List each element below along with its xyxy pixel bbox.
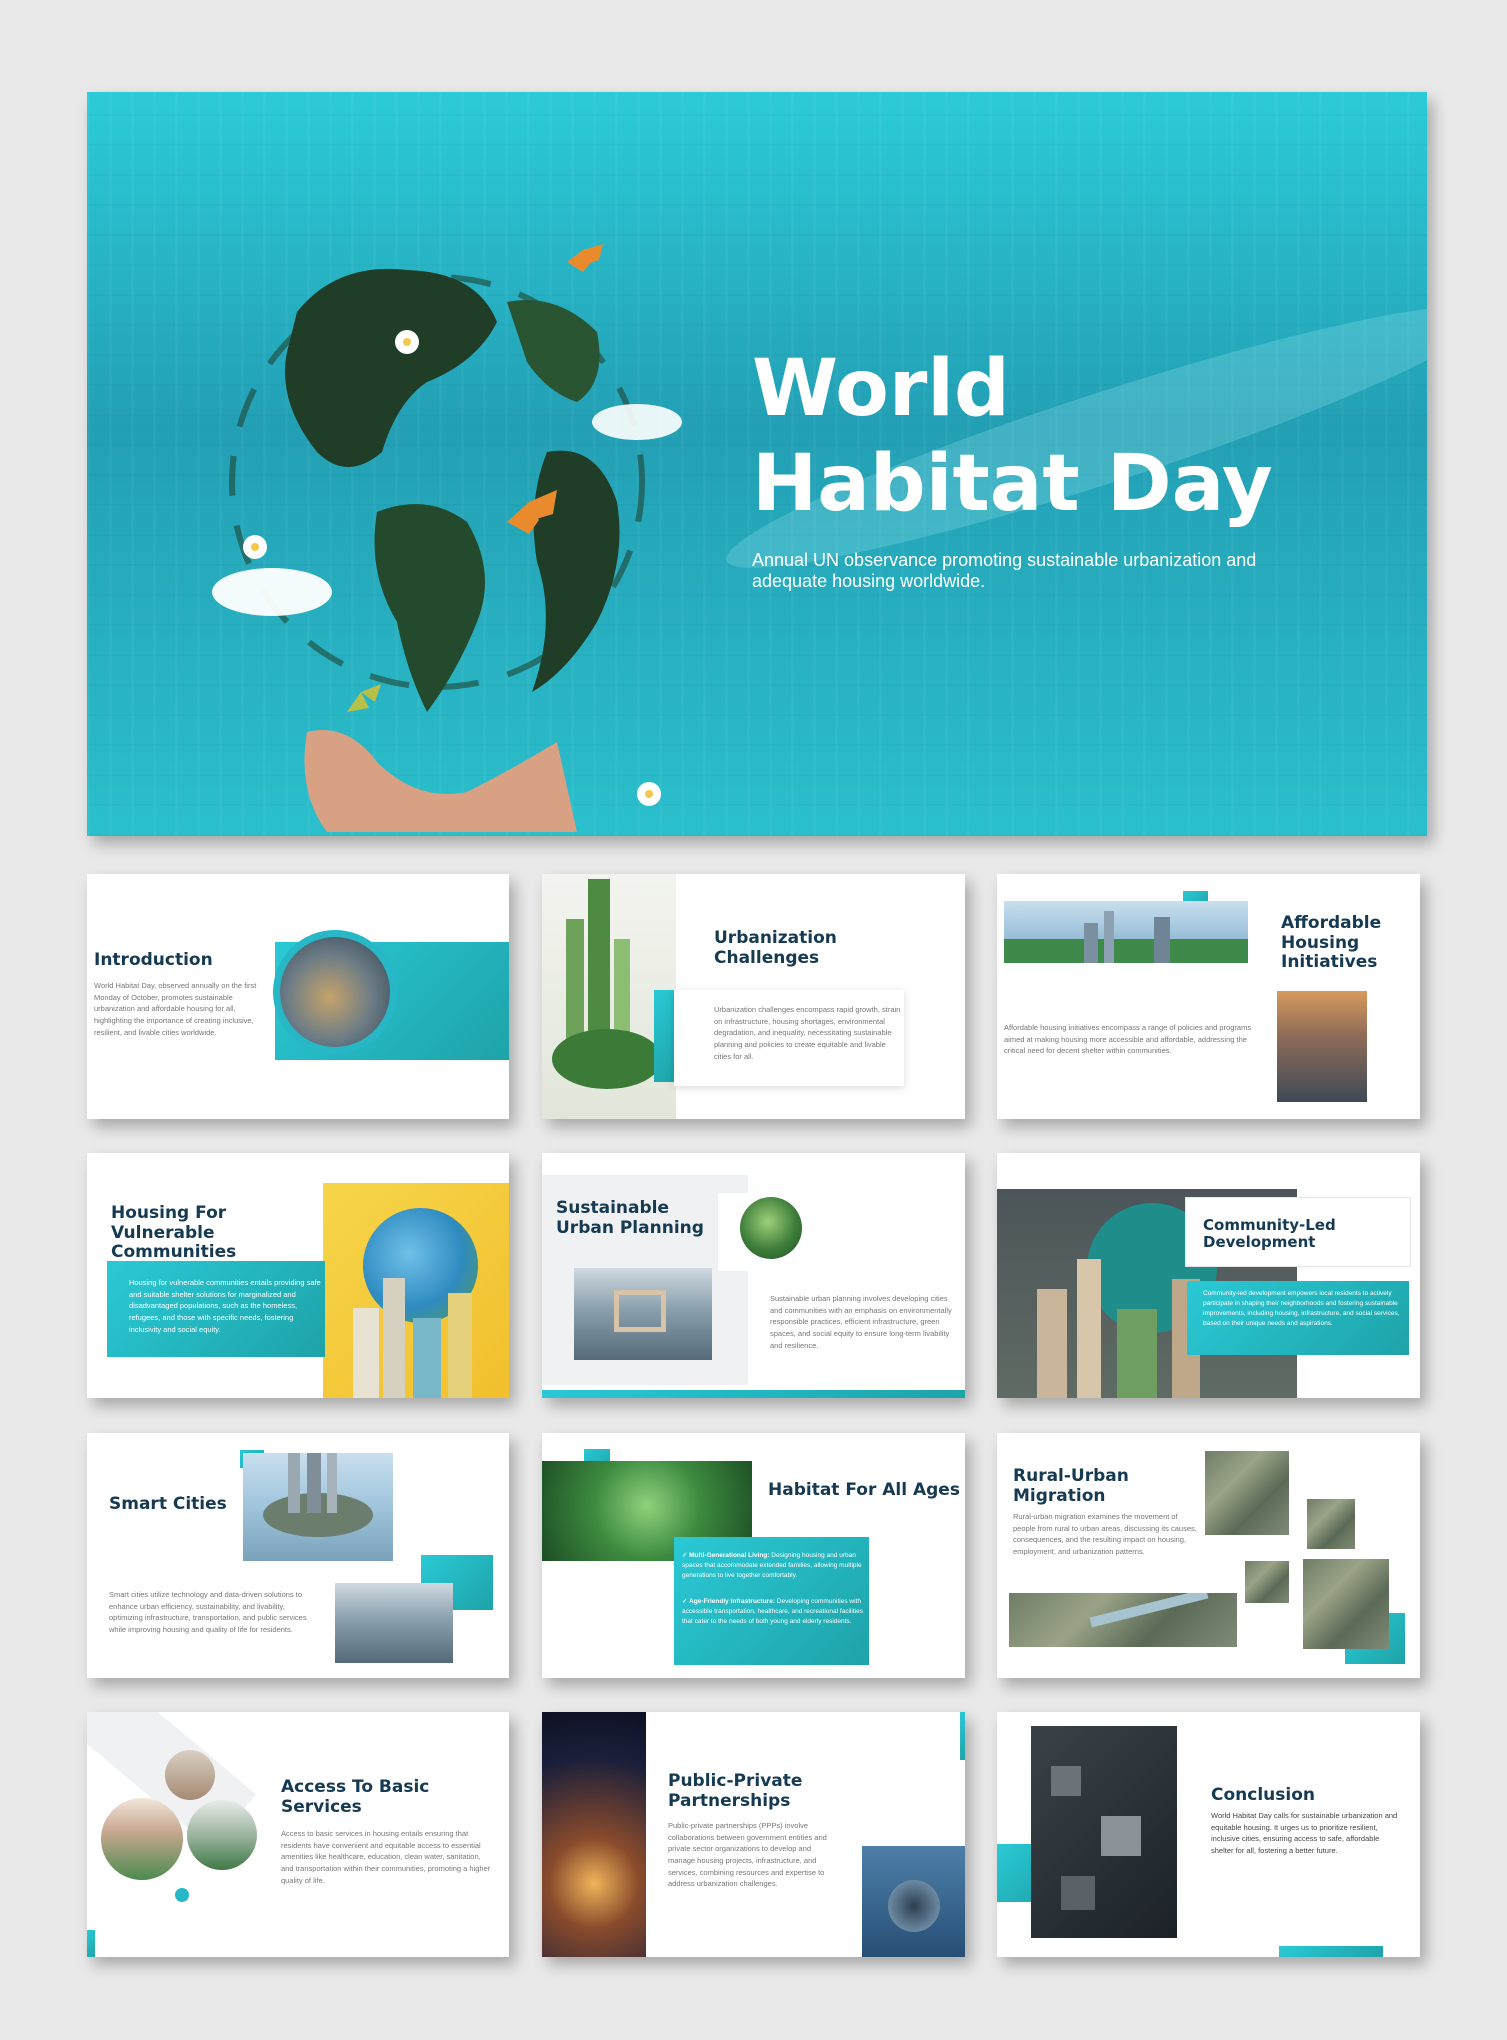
introduction-body: World Habitat Day, observed annually on … — [94, 981, 257, 1037]
slide-introduction[interactable]: Introduction World Habitat Day, observed… — [87, 874, 509, 1119]
urbanization-title: Urbanization Challenges — [714, 928, 837, 968]
accent-bar — [960, 1712, 965, 1760]
green-globe-image — [718, 1193, 818, 1271]
slide-affordable[interactable]: Affordable Housing Initiatives Affordabl… — [997, 874, 1420, 1119]
conclusion-body: World Habitat Day calls for sustainable … — [1211, 1811, 1398, 1855]
slide-smart[interactable]: Smart Cities Smart cities utilize techno… — [87, 1433, 509, 1678]
bottom-bar — [1279, 1946, 1383, 1957]
slide-rural[interactable]: Rural-Urban Migration Rural-urban migrat… — [997, 1433, 1420, 1678]
globe-illustration — [212, 244, 682, 832]
access-title: Access To Basic Services — [281, 1777, 430, 1817]
aerial-image-1 — [1205, 1451, 1289, 1535]
frame-city-image — [574, 1268, 712, 1360]
skyline-image — [335, 1583, 453, 1663]
slide-conclusion[interactable]: Conclusion World Habitat Day calls for s… — [997, 1712, 1420, 1957]
aerial-image-4 — [1303, 1559, 1389, 1649]
ppp-title: Public-Private Partnerships — [668, 1771, 803, 1811]
circle-image-2 — [101, 1798, 183, 1880]
circle-image-3 — [187, 1800, 257, 1870]
circle-image-1 — [165, 1750, 215, 1800]
sustainable-title: Sustainable Urban Planning — [556, 1198, 704, 1238]
ages-item-2-label: Age-Friendly Infrastructure: — [689, 1598, 775, 1605]
hero-subtitle: Annual UN observance promoting sustainab… — [752, 550, 1257, 591]
slide-ppp[interactable]: Public-Private Partnerships Public-priva… — [542, 1712, 965, 1957]
globe-city-image — [273, 930, 397, 1054]
urbanization-body: Urbanization challenges encompass rapid … — [714, 1005, 901, 1061]
ages-item-2: ✓ Age-Friendly Infrastructure: Developin… — [682, 1598, 864, 1626]
teal-dot — [175, 1888, 189, 1902]
access-body: Access to basic services in housing enta… — [281, 1829, 491, 1885]
skyline-park-image — [1004, 901, 1248, 963]
vulnerable-body: Housing for vulnerable communities entai… — [129, 1278, 321, 1334]
fog-city-image — [1277, 991, 1367, 1102]
slide-sustainable[interactable]: Sustainable Urban Planning Sustainable u… — [542, 1153, 965, 1398]
night-city-image — [542, 1712, 646, 1957]
slide-community[interactable]: Community-Led Development Community-led … — [997, 1153, 1420, 1398]
floating-city-image — [243, 1453, 393, 1561]
sustainable-body: Sustainable urban planning involves deve… — [770, 1294, 952, 1350]
earth-buildings-image — [323, 1183, 509, 1398]
conclusion-title: Conclusion — [1211, 1785, 1315, 1805]
rural-title: Rural-Urban Migration — [1013, 1466, 1129, 1506]
affordable-title: Affordable Housing Initiatives — [1281, 913, 1382, 973]
hero-title-line1: World — [752, 344, 1010, 434]
slide-urbanization[interactable]: Urbanization Challenges Urbanization cha… — [542, 874, 965, 1119]
ppp-body: Public-private partnerships (PPPs) invol… — [668, 1821, 827, 1889]
hero-slide[interactable]: World Habitat Day Annual UN observance p… — [87, 92, 1427, 836]
slide-access[interactable]: Access To Basic Services Access to basic… — [87, 1712, 509, 1957]
smart-title: Smart Cities — [109, 1494, 227, 1514]
vulnerable-title: Housing For Vulnerable Communities — [111, 1203, 237, 1263]
smart-body: Smart cities utilize technology and data… — [109, 1590, 307, 1634]
aerial-image-2 — [1307, 1499, 1355, 1549]
hero-title-line2: Habitat Day — [752, 439, 1273, 530]
slide-ages[interactable]: Habitat For All Ages ✓ Multi-Generationa… — [542, 1433, 965, 1678]
community-body: Community-led development empowers local… — [1203, 1290, 1400, 1328]
corner-bar — [87, 1930, 95, 1957]
aerial-image-3 — [1245, 1561, 1289, 1603]
affordable-body: Affordable housing initiatives encompass… — [1004, 1023, 1252, 1056]
ages-item-1-label: Multi-Generational Living: — [689, 1552, 770, 1559]
slide-vulnerable[interactable]: Housing For Vulnerable Communities Housi… — [87, 1153, 509, 1398]
tiny-planet-image — [862, 1846, 965, 1957]
aerial-river-image — [1009, 1593, 1237, 1647]
bottom-bar — [542, 1390, 965, 1398]
community-title: Community-Led Development — [1203, 1216, 1336, 1252]
aerial-city-image — [1031, 1726, 1177, 1938]
introduction-title: Introduction — [94, 950, 213, 970]
hero-title: World Habitat Day — [752, 342, 1273, 532]
ages-title: Habitat For All Ages — [768, 1480, 960, 1500]
ages-item-1: ✓ Multi-Generational Living: Designing h… — [682, 1552, 862, 1580]
rural-body: Rural-urban migration examines the movem… — [1013, 1512, 1197, 1556]
